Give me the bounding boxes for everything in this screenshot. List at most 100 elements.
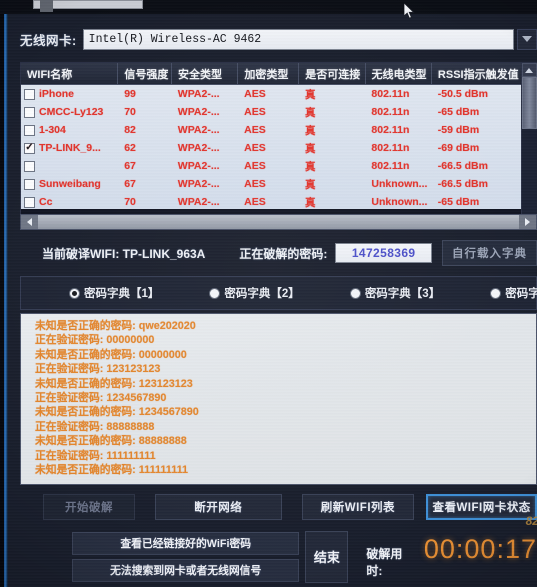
cell-encryption: AES xyxy=(244,178,266,190)
log-line: 未知是否正确的密码: 1234567890 xyxy=(35,406,199,419)
row-checkbox[interactable] xyxy=(24,178,35,190)
cell-name[interactable]: 1-304 xyxy=(21,124,118,136)
table-row[interactable]: TP-LINK_9... 62 WPA2-... AES 真 802.11n -69 dBm xyxy=(21,139,521,157)
column-header-signal[interactable]: 信号强度 xyxy=(118,63,172,84)
crack-log-output[interactable]: 未知是否正确的密码: qwe202020 正在验证密码: 00000000 未知是否… xyxy=(20,313,537,485)
log-line: 未知是否正确的密码: 123123123 xyxy=(35,377,193,390)
row-checkbox[interactable] xyxy=(24,142,35,154)
timer-label: 破解用时: xyxy=(366,547,403,578)
chevron-down-icon[interactable] xyxy=(517,28,537,50)
cell-security: WPA2-... xyxy=(177,88,220,100)
wifi-name-text: Cc xyxy=(39,196,53,208)
cell-name[interactable]: Sunweibang xyxy=(21,178,118,190)
adapter-value: Intel(R) Wireless-AC 9462 xyxy=(88,32,262,46)
table-row[interactable]: Sunweibang 67 WPA2-... AES 真 Unknown... -66.5 … xyxy=(21,175,521,193)
view-adapter-status-button[interactable]: 查看WIFI网卡状态 xyxy=(426,494,537,520)
scroll-up-icon[interactable] xyxy=(521,63,537,77)
row-checkbox[interactable] xyxy=(24,106,35,118)
adapter-label: 无线网卡: xyxy=(20,33,77,48)
log-line: 未知是否正确的密码: qwe202020 xyxy=(35,320,196,332)
load-dictionary-button[interactable]: 自行载入字典 xyxy=(442,240,537,266)
table-horizontal-scrollbar[interactable] xyxy=(20,214,537,230)
elapsed-timer: 破解用时: 00:00:17 82 xyxy=(366,514,537,579)
cell-rssi: -50.5 dBm xyxy=(437,88,488,100)
cell-signal: 99 xyxy=(124,88,136,100)
column-header-rssi[interactable]: RSSI指示触发值 xyxy=(432,63,521,84)
cell-encryption: AES xyxy=(244,196,266,208)
row-checkbox[interactable] xyxy=(24,124,35,136)
cell-rssi: -66.5 dBm xyxy=(437,178,488,190)
table-body: iPhone 99 WPA2-... AES 真 802.11n -50.5 dBm CMCC… xyxy=(21,85,521,209)
table-row[interactable]: Cc 70 WPA2-... AES 真 Unknown... -65 dBm xyxy=(21,193,521,209)
log-line: 未知是否正确的密码: 111111111 xyxy=(35,464,189,477)
cell-name[interactable]: iPhone xyxy=(21,88,118,100)
dictionary-option-label: 密码字典【3】 xyxy=(364,288,441,300)
mouse-cursor-icon xyxy=(404,3,415,19)
cell-radio: 802.11n xyxy=(371,124,410,136)
cell-signal: 70 xyxy=(124,196,136,208)
cell-name[interactable]: TP-LINK_9... xyxy=(21,142,118,154)
cell-radio: Unknown... xyxy=(371,196,428,208)
cell-signal: 67 xyxy=(124,178,136,190)
cell-name[interactable]: Cc xyxy=(21,196,118,208)
dictionary-option-4[interactable]: 密码字典【4】 xyxy=(490,285,537,301)
column-header-security[interactable]: 安全类型 xyxy=(172,63,239,84)
current-password-value: 147258369 xyxy=(351,246,416,260)
radio-icon[interactable] xyxy=(349,287,361,299)
vscroll-thumb[interactable] xyxy=(521,77,537,129)
table-row[interactable]: CMCC-Ly123 70 WPA2-... AES 真 802.11n -65 dBm xyxy=(21,103,521,121)
radio-icon[interactable] xyxy=(69,287,80,299)
scroll-right-icon[interactable] xyxy=(519,215,536,229)
adapter-selector-row: 无线网卡: Intel(R) Wireless-AC 9462 xyxy=(20,26,537,52)
disconnect-network-button[interactable]: 断开网络 xyxy=(154,494,282,520)
vscroll-track[interactable] xyxy=(521,77,537,215)
cell-name[interactable]: CMCC-Ly123 xyxy=(21,106,118,118)
table-row[interactable]: iPhone 99 WPA2-... AES 真 802.11n -50.5 dBm xyxy=(21,85,521,103)
cell-security: WPA2-... xyxy=(177,106,220,118)
row-checkbox[interactable] xyxy=(24,196,35,208)
column-header-name[interactable]: WIFI名称 xyxy=(21,63,119,84)
cell-security: WPA2-... xyxy=(177,178,220,190)
cell-security: WPA2-... xyxy=(177,160,220,172)
view-saved-passwords-button[interactable]: 查看已经链接好的WiFi密码 xyxy=(72,531,300,555)
wifi-name-text: CMCC-Ly123 xyxy=(39,106,104,118)
table-row[interactable]: 67 WPA2-... AES 真 802.11n -66.5 dBm xyxy=(21,157,521,175)
dictionary-option-2[interactable]: 密码字典【2】 xyxy=(209,285,300,301)
column-header-connectable[interactable]: 是否可连接 xyxy=(299,63,366,84)
app-panel: 无线网卡: Intel(R) Wireless-AC 9462 WIFI名称 信… xyxy=(8,14,537,587)
cell-encryption: AES xyxy=(244,160,266,172)
hscroll-thumb[interactable] xyxy=(38,215,519,229)
wifi-name-text: Sunweibang xyxy=(39,178,101,190)
cracking-password-label: 正在破解的密码: xyxy=(239,246,328,261)
adapter-combobox[interactable]: Intel(R) Wireless-AC 9462 xyxy=(82,28,514,50)
cell-connectable: 真 xyxy=(305,124,316,137)
dictionary-option-3[interactable]: 密码字典【3】 xyxy=(349,285,441,301)
row-checkbox[interactable] xyxy=(24,88,35,100)
timer-value: 00:00:17 xyxy=(423,534,537,564)
cell-signal: 67 xyxy=(124,160,136,172)
column-header-encryption[interactable]: 加密类型 xyxy=(238,63,300,84)
cell-radio: 802.11n xyxy=(371,142,410,154)
wifi-name-text: iPhone xyxy=(39,88,75,100)
start-crack-button[interactable]: 开始破解 xyxy=(43,494,135,520)
no-adapter-found-button[interactable]: 无法搜索到网卡或者无线网信号 xyxy=(72,558,300,582)
table-vertical-scrollbar[interactable] xyxy=(521,63,537,229)
radio-icon[interactable] xyxy=(209,287,221,299)
cell-signal: 70 xyxy=(124,106,136,118)
table-header-row: WIFI名称 信号强度 安全类型 加密类型 是否可连接 无线电类型 RSSI指示… xyxy=(21,63,521,85)
row-checkbox[interactable] xyxy=(24,160,35,172)
refresh-wifi-list-button[interactable]: 刷新WIFI列表 xyxy=(301,494,415,520)
end-button[interactable]: 结束 xyxy=(305,530,349,583)
scroll-left-icon[interactable] xyxy=(21,215,38,229)
wifi-name-text: 1-304 xyxy=(39,124,66,136)
cell-connectable: 真 xyxy=(305,178,316,191)
log-line: 正在验证密码: 88888888 xyxy=(35,420,155,433)
cell-radio: 802.11n xyxy=(371,160,410,172)
radio-icon[interactable] xyxy=(490,287,502,299)
hscroll-track[interactable] xyxy=(38,215,519,229)
dictionary-option-1[interactable]: 密码字典【1】 xyxy=(69,285,159,301)
column-header-radio[interactable]: 无线电类型 xyxy=(366,63,432,84)
cell-encryption: AES xyxy=(244,88,266,100)
table-row[interactable]: 1-304 82 WPA2-... AES 真 802.11n -59 dBm xyxy=(21,121,521,139)
cell-name[interactable] xyxy=(21,160,118,172)
